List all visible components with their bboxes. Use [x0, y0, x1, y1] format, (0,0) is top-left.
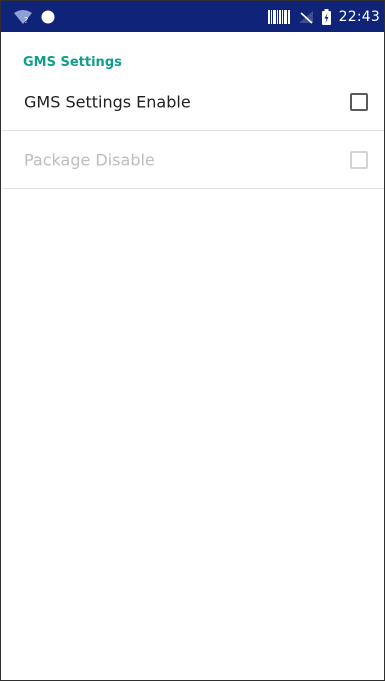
- gms-settings-enable-checkbox[interactable]: [350, 93, 368, 111]
- status-bar-right: 22:43: [267, 6, 380, 27]
- status-bar: ? 22:43: [1, 1, 384, 32]
- pref-package-disable: Package Disable: [2, 132, 384, 189]
- wifi-question-icon: ?: [13, 9, 33, 25]
- circle-icon: [41, 10, 55, 24]
- status-bar-time: 22:43: [338, 8, 380, 25]
- no-signal-icon: [298, 10, 314, 24]
- package-disable-checkbox: [350, 151, 368, 169]
- status-bar-left: ?: [13, 9, 55, 25]
- pref-gms-settings-enable[interactable]: GMS Settings Enable: [2, 74, 384, 131]
- barcode-icon: [267, 9, 290, 24]
- pref-label: GMS Settings Enable: [24, 92, 191, 112]
- pref-label: Package Disable: [24, 150, 155, 170]
- category-title: GMS Settings: [23, 55, 122, 70]
- svg-text:?: ?: [24, 16, 28, 25]
- battery-charging-icon: [321, 8, 331, 25]
- screen: ? 22:43 GMS Settings GMS Settings Enable…: [0, 0, 385, 681]
